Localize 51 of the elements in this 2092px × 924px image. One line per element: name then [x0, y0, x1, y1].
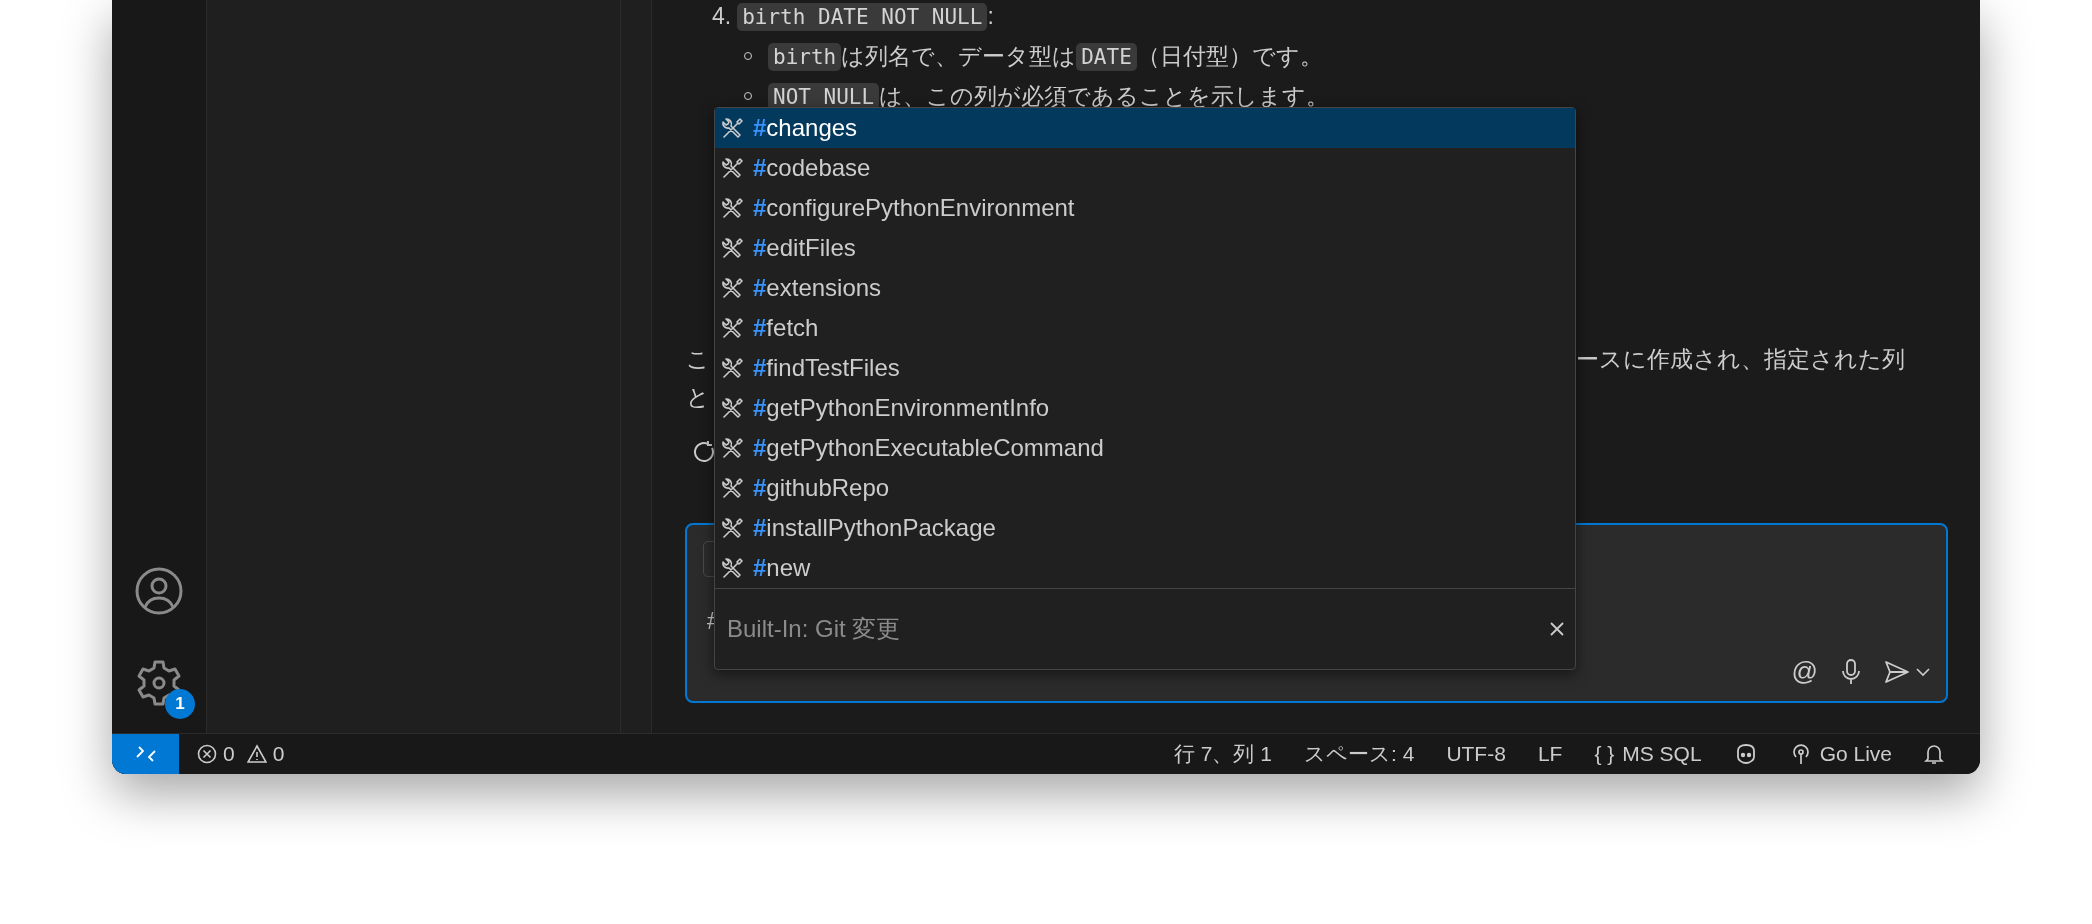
account-icon[interactable]	[135, 567, 183, 615]
tool-option[interactable]: #installPythonPackage	[715, 508, 1575, 548]
tool-option[interactable]: #configurePythonEnvironment	[715, 188, 1575, 228]
tool-option[interactable]: #extensions	[715, 268, 1575, 308]
go-live-button[interactable]: Go Live	[1789, 742, 1892, 766]
tools-icon	[721, 436, 745, 460]
close-icon[interactable]	[1549, 621, 1565, 637]
search-field[interactable]: Built-In: Git 変更	[725, 614, 1329, 644]
status-item[interactable]: LF	[1537, 742, 1563, 766]
tool-option[interactable]: #codebase	[715, 148, 1575, 188]
problems-button[interactable]: 0 0	[197, 742, 285, 766]
tool-option[interactable]: #getPythonEnvironmentInfo	[715, 388, 1575, 428]
tool-option[interactable]: #getPythonExecutableCommand	[715, 428, 1575, 468]
status-item[interactable]: 行 7、列 1	[1174, 740, 1272, 768]
paragraph-text: こ	[686, 346, 710, 372]
tools-icon	[721, 316, 745, 340]
code-line: birth DATE NOT NULL :	[737, 2, 994, 30]
tools-icon	[721, 356, 745, 380]
send-icon[interactable]	[1884, 659, 1910, 684]
mention-icon[interactable]: @	[1791, 656, 1818, 687]
tools-icon	[721, 156, 745, 180]
tools-icon	[721, 476, 745, 500]
braces-icon: { }	[1594, 742, 1615, 766]
tool-option[interactable]: #fetch	[715, 308, 1575, 348]
tools-icon	[721, 236, 745, 260]
tool-option[interactable]: #new	[715, 548, 1575, 588]
tools-icon	[721, 556, 745, 580]
tools-icon	[721, 116, 745, 140]
notification-badge: 1	[165, 689, 195, 719]
warning-icon	[246, 744, 267, 764]
remote-button[interactable]	[112, 734, 179, 774]
status-item[interactable]: UTF-8	[1446, 742, 1506, 766]
tool-option[interactable]: #editFiles	[715, 228, 1575, 268]
list-number: 4.	[712, 2, 732, 30]
bell-icon[interactable]	[1924, 743, 1944, 765]
tools-icon	[721, 516, 745, 540]
chevron-down-icon[interactable]	[1916, 666, 1930, 677]
tools-icon	[721, 396, 745, 420]
status-item[interactable]: スペース: 4	[1304, 740, 1415, 768]
tool-option[interactable]: #findTestFiles	[715, 348, 1575, 388]
list-text: birth は列名で、データ型は DATE （日付型）です。	[768, 40, 1323, 72]
tool-option[interactable]: #changes	[715, 108, 1575, 148]
tools-icon	[721, 276, 745, 300]
tool-option[interactable]: #githubRepo	[715, 468, 1575, 508]
tools-icon	[721, 196, 745, 220]
microphone-icon[interactable]	[1842, 658, 1860, 685]
language-mode[interactable]: { } MS SQL	[1594, 742, 1702, 766]
paragraph-text: と	[686, 384, 710, 410]
paragraph-text: ースに作成され、指定された列	[1576, 345, 1906, 374]
settings-icon[interactable]	[135, 659, 183, 707]
error-icon	[197, 744, 217, 764]
